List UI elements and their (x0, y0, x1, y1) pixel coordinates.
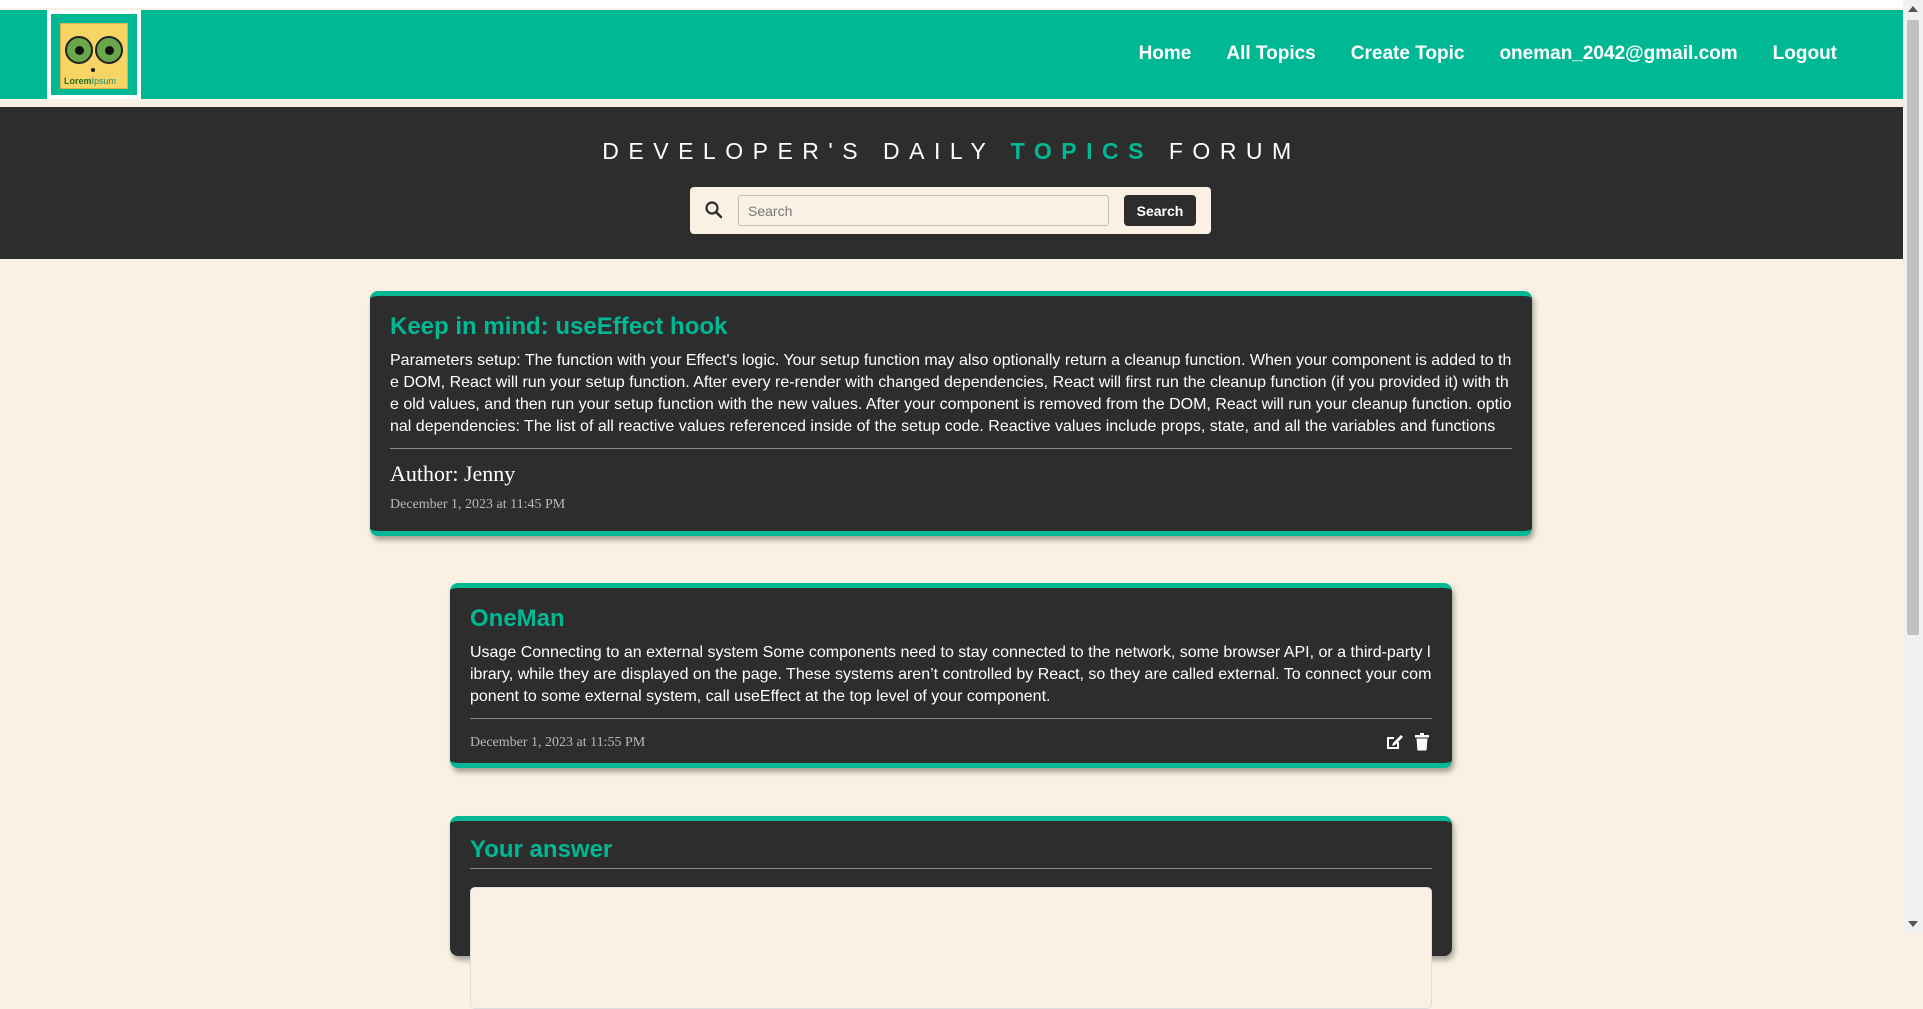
reply-body: Usage Connecting to an external system S… (470, 642, 1432, 719)
logo-text-secondary: Ipsum (91, 76, 117, 86)
topic-card: Keep in mind: useEffect hook Parameters … (370, 291, 1532, 536)
scroll-thumb[interactable] (1907, 20, 1919, 635)
answer-card: Your answer (450, 816, 1452, 1009)
top-strip (0, 0, 1903, 8)
hero-banner: DEVELOPER'S DAILY TOPICS FORUM Search (0, 107, 1903, 259)
logo-face-icon: LoremIpsum (60, 23, 128, 89)
logo-eye-right (95, 36, 123, 64)
reply-footer: December 1, 2023 at 11:55 PM (470, 732, 1432, 757)
answer-title: Your answer (470, 836, 1432, 869)
logo-nose (91, 68, 95, 72)
title-pre: DEVELOPER'S DAILY (602, 138, 995, 164)
search-bar: Search (690, 187, 1211, 234)
reply-author: OneMan (470, 605, 565, 632)
topic-title: Keep in mind: useEffect hook (390, 313, 728, 340)
nav-create-topic[interactable]: Create Topic (1351, 43, 1465, 65)
logo-text: LoremIpsum (64, 76, 116, 86)
search-icon (704, 200, 724, 220)
trash-icon[interactable] (1412, 732, 1432, 752)
navbar: LoremIpsum Home All Topics Create Topic … (0, 10, 1903, 99)
page-scrollbar[interactable] (1903, 0, 1923, 933)
title-post: FORUM (1168, 138, 1301, 164)
topic-author: Author: Jenny (390, 461, 516, 486)
search-input[interactable] (738, 195, 1109, 226)
reply-card: OneMan Usage Connecting to an external s… (450, 583, 1452, 768)
scroll-up-arrow-icon[interactable] (1908, 6, 1918, 12)
nav-all-topics[interactable]: All Topics (1226, 43, 1315, 65)
nav-links: Home All Topics Create Topic oneman_2042… (1139, 43, 1837, 65)
answer-editor[interactable] (470, 887, 1432, 1009)
logo-eye-left (65, 36, 93, 64)
page-title: DEVELOPER'S DAILY TOPICS FORUM (0, 138, 1903, 165)
reply-actions (1384, 732, 1432, 752)
topic-date: December 1, 2023 at 11:45 PM (390, 497, 566, 512)
scroll-down-arrow-icon[interactable] (1908, 921, 1918, 927)
nav-home[interactable]: Home (1139, 43, 1192, 65)
title-accent: TOPICS (1010, 138, 1153, 164)
nav-logout[interactable]: Logout (1773, 43, 1837, 65)
reply-date: December 1, 2023 at 11:55 PM (470, 735, 646, 750)
nav-user-email[interactable]: oneman_2042@gmail.com (1499, 43, 1737, 65)
site-logo[interactable]: LoremIpsum (47, 10, 141, 99)
logo-inner: LoremIpsum (51, 14, 137, 95)
logo-text-primary: Lorem (64, 76, 92, 86)
topic-body: Parameters setup: The function with your… (390, 350, 1512, 449)
search-button[interactable]: Search (1124, 195, 1196, 226)
edit-icon[interactable] (1384, 732, 1404, 752)
